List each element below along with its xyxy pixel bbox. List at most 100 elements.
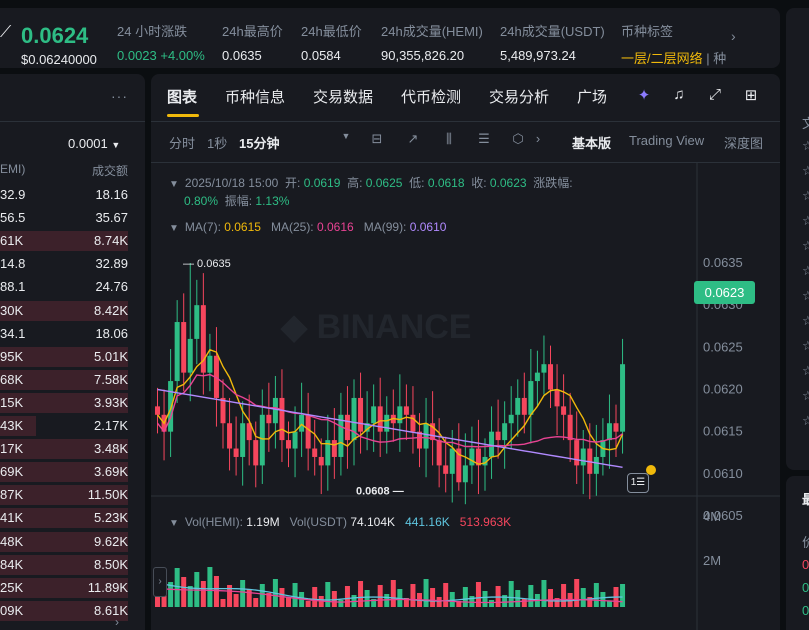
ma99-label: MA(99):: [363, 220, 407, 234]
favorite-star-icon[interactable]: ☆: [802, 138, 809, 154]
row-amount: 17K: [0, 441, 24, 457]
tab-square[interactable]: 广场: [577, 86, 607, 107]
view-basic[interactable]: 基本版: [572, 133, 611, 152]
stat-label: 24 小时涨跌: [117, 24, 188, 39]
tab-trade-data[interactable]: 交易数据: [313, 86, 373, 107]
favorite-star-icon[interactable]: ☆: [802, 363, 809, 379]
candle-body: [443, 465, 449, 474]
stat-24h-vol-usdt: 24h成交量(USDT) 5,489,973.24: [500, 21, 605, 63]
settings-list-icon[interactable]: ☰: [475, 131, 493, 149]
view-depth[interactable]: 深度图: [724, 133, 763, 152]
favorite-star-icon[interactable]: ☆: [802, 313, 809, 329]
view-tradingview[interactable]: Trading View: [629, 133, 704, 148]
row-total: 3.48K: [94, 441, 128, 457]
hexagon-icon[interactable]: ⬡: [509, 131, 527, 149]
expand-panel-icon[interactable]: ›: [153, 567, 167, 597]
interval-15m[interactable]: 15分钟: [239, 133, 279, 152]
chevron-icon[interactable]: ⟋: [0, 24, 11, 42]
row-amount: 25K: [0, 579, 24, 595]
caret-down-icon: ▼: [111, 140, 121, 150]
row-amount: 69K: [0, 464, 24, 480]
current-price-tag: 0.0623: [694, 281, 755, 304]
volume-bar: [548, 589, 553, 607]
draw-tool-icon[interactable]: ↗: [404, 131, 422, 149]
order-book-row[interactable]: 84K 8.50K: [0, 554, 128, 576]
interval-dropdown-icon[interactable]: ▼: [337, 131, 355, 149]
row-total: 18.06: [95, 325, 128, 341]
order-book-row[interactable]: 69K 3.69K: [0, 461, 128, 483]
tab-token-check[interactable]: 代币检测: [401, 86, 461, 107]
order-book-row[interactable]: 88.1 24.76: [0, 276, 128, 298]
favorite-star-icon[interactable]: ☆: [802, 338, 809, 354]
volume-axis-label: 2M: [703, 553, 721, 568]
usd-price: $0.06240000: [21, 52, 97, 67]
volume-bar: [580, 588, 586, 607]
candle-body: [541, 364, 547, 373]
order-book-row[interactable]: 15K 3.93K: [0, 392, 128, 414]
chevron-right-icon[interactable]: ›: [731, 28, 736, 44]
stat-coin-tag[interactable]: 币种标签 一层/二层网络 | 种: [621, 21, 727, 67]
tab-trade-analysis[interactable]: 交易分析: [489, 86, 549, 107]
interval-1s[interactable]: 1秒: [207, 133, 227, 152]
coin-tag-link[interactable]: 一层/二层网络: [621, 51, 703, 66]
order-book-row[interactable]: 09K 8.61K: [0, 600, 128, 622]
order-book-row[interactable]: 25K 11.89K: [0, 577, 128, 599]
favorite-star-icon[interactable]: ☆: [802, 388, 809, 404]
volume-bar: [574, 579, 580, 607]
ai-sparkle-icon[interactable]: ✦: [634, 86, 654, 106]
tab-coin-info[interactable]: 币种信息: [225, 86, 285, 107]
chevron-right-icon[interactable]: ›: [529, 131, 547, 149]
row-amount: 09K: [0, 602, 24, 618]
order-book-row[interactable]: 56.5 35.67: [0, 207, 128, 229]
volume-bar: [233, 594, 239, 607]
candle-body: [174, 322, 180, 382]
favorite-star-icon[interactable]: ☆: [802, 263, 809, 279]
volume-bar: [259, 584, 265, 607]
order-book-row[interactable]: 32.9 18.16: [0, 184, 128, 206]
order-book-row[interactable]: 61K 8.74K: [0, 230, 128, 252]
candle-body: [227, 423, 233, 449]
candle-body: [515, 397, 521, 415]
expand-icon[interactable]: ⤢: [705, 86, 725, 106]
stat-value: 0.0635: [222, 48, 262, 63]
favorite-star-icon[interactable]: ☆: [802, 413, 809, 429]
replay-icon[interactable]: 1☰: [627, 473, 649, 493]
more-icon[interactable]: ···: [111, 88, 128, 104]
change-value: 0.80%: [184, 194, 219, 208]
volume-bar: [364, 590, 370, 607]
volume-bar: [390, 580, 396, 607]
bell-icon[interactable]: ♫: [669, 86, 689, 106]
order-book-row[interactable]: 43K 2.17K: [0, 415, 128, 437]
order-book-row[interactable]: 34.1 18.06: [0, 323, 128, 345]
candle-type-icon[interactable]: ⫼: [440, 131, 458, 149]
row-total: 8.74K: [94, 233, 128, 249]
interval-time[interactable]: 分时: [169, 133, 195, 152]
layout-grid-icon[interactable]: ⊞: [741, 86, 761, 106]
order-book-row[interactable]: 41K 5.23K: [0, 507, 128, 529]
tick-size-select[interactable]: 0.0001 ▼: [68, 136, 120, 151]
volume-bar: [338, 600, 344, 607]
candle-body: [574, 440, 580, 466]
row-amount: 56.5: [0, 210, 26, 226]
favorite-star-icon[interactable]: ☆: [802, 238, 809, 254]
order-book-row[interactable]: 87K 11.50K: [0, 484, 128, 506]
close-value: 0.0623: [489, 176, 527, 190]
order-book-row[interactable]: 95K 5.01K: [0, 346, 128, 368]
ma99-value: 0.0610: [409, 220, 447, 234]
indicator-icon[interactable]: ⊟: [368, 131, 386, 149]
tab-chart[interactable]: 图表: [167, 86, 197, 107]
candle-body: [593, 456, 599, 474]
favorite-star-icon[interactable]: ☆: [802, 188, 809, 204]
volume-bar: [200, 581, 206, 607]
candle-body: [286, 440, 291, 449]
chevron-right-icon[interactable]: ›: [115, 615, 119, 629]
favorite-star-icon[interactable]: ☆: [802, 163, 809, 179]
favorite-star-icon[interactable]: ☆: [802, 288, 809, 304]
order-book-row[interactable]: 14.8 32.89: [0, 253, 128, 275]
order-book-row[interactable]: 68K 7.58K: [0, 369, 128, 391]
order-book-row[interactable]: 48K 9.62K: [0, 531, 128, 553]
right-panel-bottom-label: 0: [802, 603, 809, 618]
order-book-row[interactable]: 30K 8.42K: [0, 300, 128, 322]
order-book-row[interactable]: 17K 3.48K: [0, 438, 128, 460]
favorite-star-icon[interactable]: ☆: [802, 213, 809, 229]
